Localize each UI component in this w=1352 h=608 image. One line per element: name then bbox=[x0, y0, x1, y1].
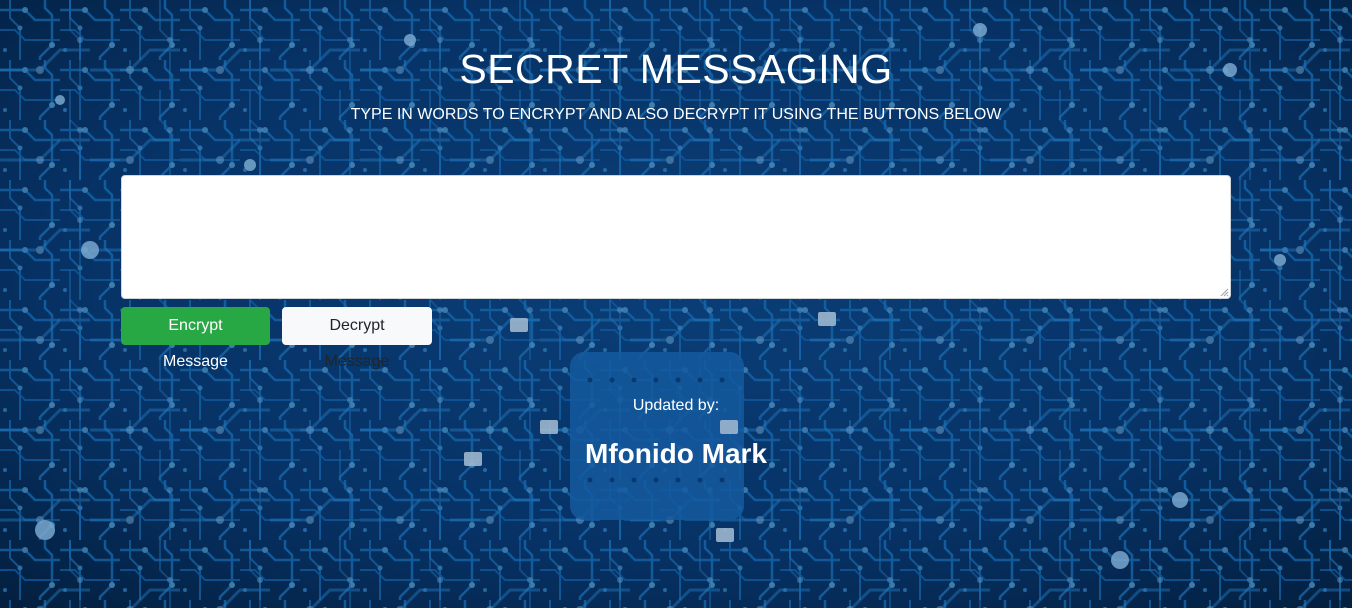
encrypt-message-button[interactable]: Encrypt Message bbox=[121, 307, 270, 370]
resize-grip-icon[interactable] bbox=[1219, 287, 1229, 297]
page-subtitle: TYPE IN WORDS TO ENCRYPT AND ALSO DECRYP… bbox=[350, 106, 1002, 123]
message-input[interactable] bbox=[121, 175, 1231, 299]
decrypt-message-button[interactable]: Decrypt Message bbox=[282, 307, 432, 370]
page-title: SECRET MESSAGING bbox=[459, 46, 893, 92]
author-name: Mfonido Mark bbox=[585, 438, 767, 469]
main-content: SECRET MESSAGING TYPE IN WORDS TO ENCRYP… bbox=[0, 0, 1352, 608]
updated-by-label: Updated by: bbox=[632, 397, 720, 414]
